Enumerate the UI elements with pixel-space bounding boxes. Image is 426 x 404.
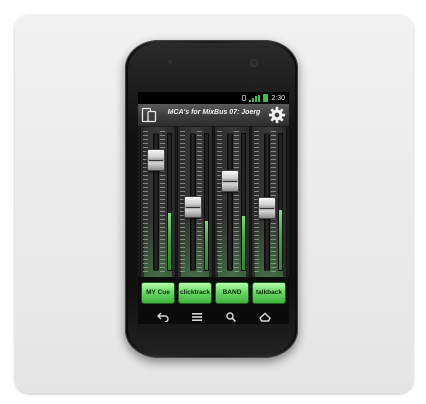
menu-icon[interactable]: [190, 311, 204, 323]
page-title: MCA's for MixBus 07: Joerg: [167, 109, 261, 116]
channel-button-band[interactable]: BAND: [215, 282, 249, 304]
level-meter: [204, 133, 209, 271]
title-bar: MCA's for MixBus 07: Joerg: [138, 104, 289, 127]
fader-track: [227, 133, 233, 271]
channel-strip: [140, 127, 176, 277]
battery-icon: [263, 94, 269, 102]
channel-button-row: MY Cue clicktrack BAND talkback: [138, 282, 289, 308]
search-icon[interactable]: [224, 311, 238, 323]
app-screen: 2:30 MCA's for MixBus 07: Joerg MY Cue c…: [138, 92, 289, 324]
device-switch-icon[interactable]: [141, 107, 157, 123]
front-camera: [251, 60, 257, 66]
fader-knob[interactable]: [221, 170, 239, 193]
settings-gear-icon[interactable]: [268, 106, 286, 124]
channel-button-talkback[interactable]: talkback: [252, 282, 286, 304]
signal-icon: [249, 94, 261, 102]
fader-knob[interactable]: [184, 195, 202, 218]
mixer-panel: [138, 127, 289, 277]
status-time: 2:30: [271, 94, 285, 102]
channel-strip: [251, 127, 287, 277]
channel-button-my-cue[interactable]: MY Cue: [141, 282, 175, 304]
channel-strip: [177, 127, 213, 277]
channel-button-clicktrack[interactable]: clicktrack: [178, 282, 212, 304]
level-meter: [278, 133, 283, 271]
home-icon[interactable]: [258, 311, 272, 323]
android-nav-bar: [138, 310, 289, 324]
level-meter: [167, 133, 172, 271]
channel-strip: [214, 127, 250, 277]
status-bar: 2:30: [138, 92, 289, 104]
fader-knob[interactable]: [258, 196, 276, 219]
earpiece: [168, 60, 172, 64]
fader-knob[interactable]: [147, 149, 165, 172]
level-meter: [241, 133, 246, 271]
sim-icon: [242, 95, 247, 101]
back-icon[interactable]: [156, 311, 170, 323]
